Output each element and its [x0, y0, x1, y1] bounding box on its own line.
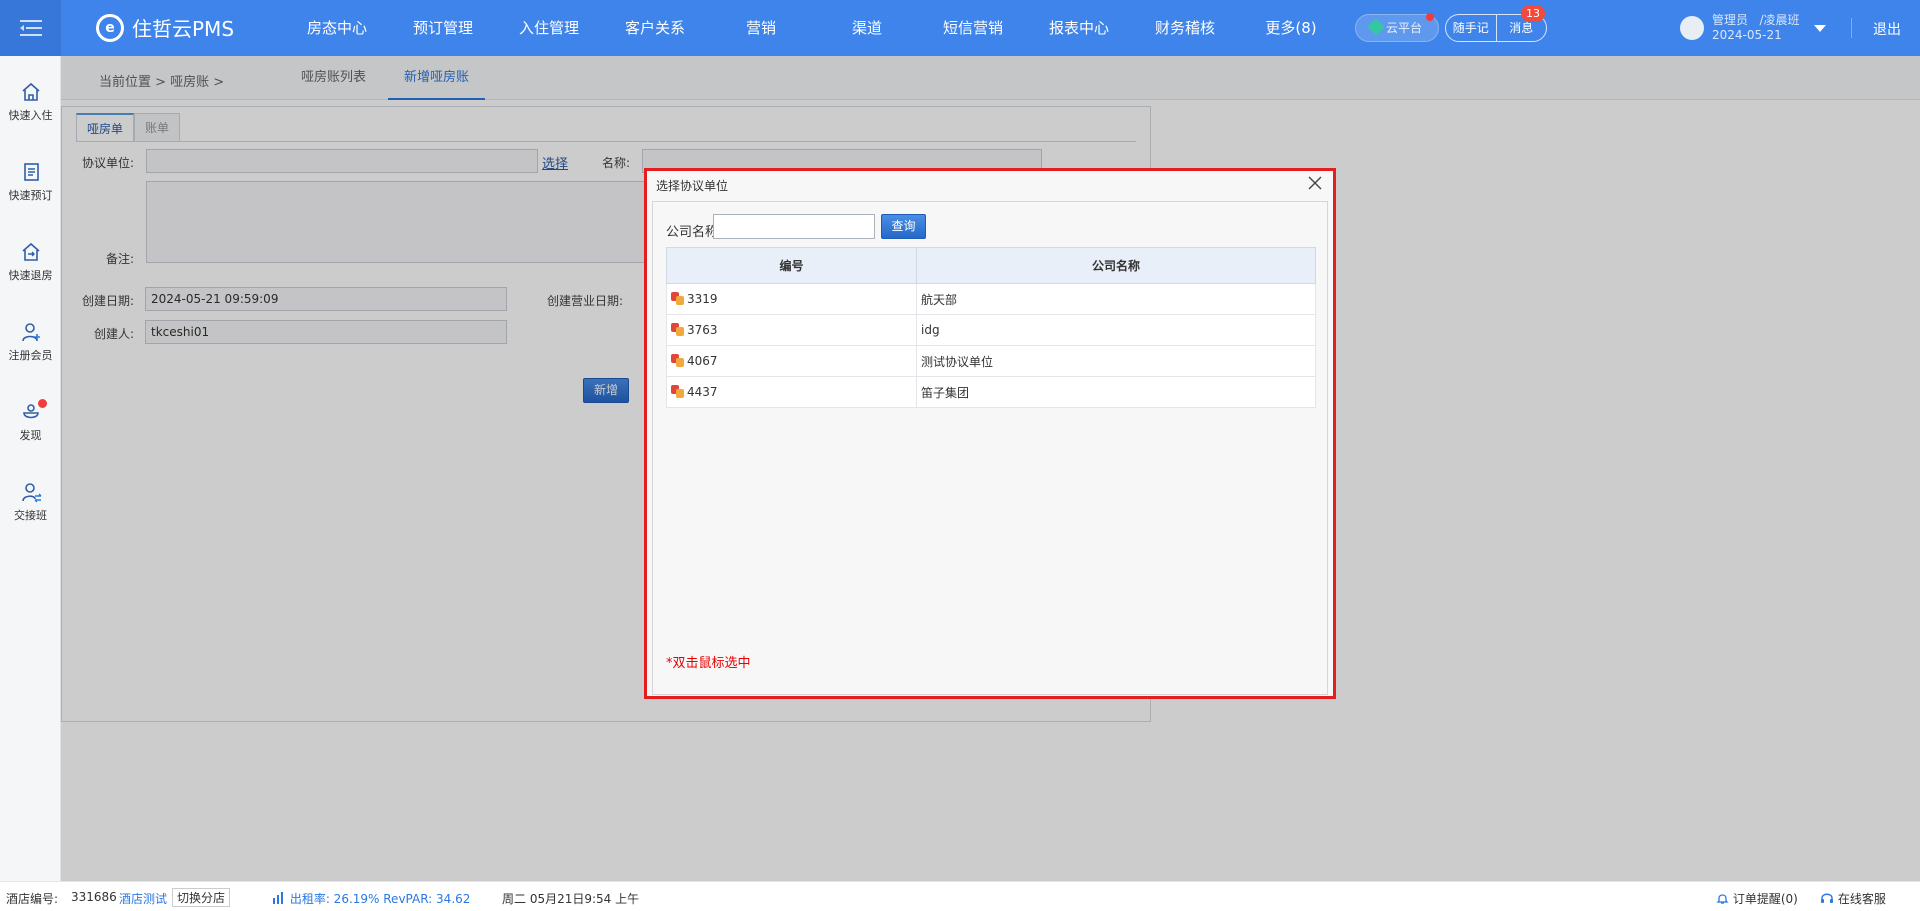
cell-company-name: 测试协议单位: [916, 345, 1316, 377]
select-agreement-unit-dialog: 选择协议单位 公司名称: 查询 编号 公司名称 3319 航天部 3763 id…: [644, 168, 1336, 699]
bar-chart-icon: [273, 892, 283, 904]
occupancy-stats[interactable]: 出租率: 26.19% RevPAR: 34.62: [272, 890, 470, 907]
menu-toggle-button[interactable]: [0, 0, 61, 56]
app-brand: 住哲云PMS: [132, 17, 235, 41]
cell-code: 4437: [666, 376, 917, 408]
sidebar-item-label: 注册会员: [8, 349, 53, 362]
sidebar-item-label: 交接班: [14, 509, 47, 522]
user-add-icon: [21, 323, 40, 342]
avatar: [1680, 16, 1704, 40]
cell-code: 3319: [666, 283, 917, 315]
bell-icon: [1716, 894, 1729, 904]
double-click-tip: *双击鼠标选中: [666, 656, 751, 671]
user-date: 2024-05-21: [1712, 28, 1782, 42]
quick-sidebar: 快速入住 快速预订 快速退房 注册会员 发现 交接班: [0, 56, 61, 881]
nav-customer[interactable]: 客户关系: [602, 0, 708, 56]
main-nav: 房态中心 预订管理 入住管理 客户关系 营销 渠道 短信营销 报表中心 财务稽核…: [284, 0, 1344, 56]
close-button[interactable]: [1306, 174, 1324, 192]
nav-checkin[interactable]: 入住管理: [496, 0, 602, 56]
agreement-unit-table: 编号 公司名称 3319 航天部 3763 idg 4067 测试协议单位 44…: [666, 247, 1316, 408]
row-code: 3319: [687, 292, 718, 306]
query-button[interactable]: 查询: [881, 214, 926, 239]
menu-icon: [19, 20, 42, 36]
nav-reports[interactable]: 报表中心: [1026, 0, 1132, 56]
user-menu[interactable]: 管理员 /凌晨班 2024-05-21: [1680, 13, 1826, 43]
dialog-title: 选择协议单位: [656, 179, 729, 193]
notes-button[interactable]: 随手记: [1446, 15, 1496, 41]
sidebar-item-label: 快速预订: [8, 189, 53, 202]
company-icon: [671, 323, 685, 336]
clipboard-icon: [23, 163, 39, 181]
sidebar-item-label: 发现: [19, 429, 42, 442]
sidebar-item-register-member[interactable]: 注册会员: [0, 321, 61, 363]
row-code: 4067: [687, 354, 718, 368]
cell-company-name: idg: [916, 314, 1316, 346]
message-count-badge: 13: [1521, 5, 1545, 22]
hotel-name-link[interactable]: 酒店测试: [119, 890, 167, 907]
nav-sms[interactable]: 短信营销: [920, 0, 1026, 56]
chevron-down-icon: [1813, 24, 1826, 32]
app-logo[interactable]: e 住哲云PMS: [96, 13, 234, 42]
sidebar-item-quick-checkin[interactable]: 快速入住: [0, 81, 61, 123]
nav-channel[interactable]: 渠道: [814, 0, 920, 56]
nav-finance[interactable]: 财务稽核: [1132, 0, 1238, 56]
user-info: 管理员 /凌晨班 2024-05-21: [1712, 13, 1800, 43]
row-code: 4437: [687, 385, 718, 399]
sidebar-item-shift-exchange[interactable]: 交接班: [0, 481, 61, 523]
company-icon: [671, 354, 685, 367]
cloud-label: 云平台: [1386, 21, 1423, 35]
cloud-platform-button[interactable]: 云平台: [1355, 13, 1439, 42]
checkout-icon: [21, 242, 40, 261]
cell-company-name: 航天部: [916, 283, 1316, 315]
company-icon: [671, 385, 685, 398]
logo-icon: e: [96, 13, 124, 42]
company-name-input[interactable]: [713, 214, 875, 239]
table-row[interactable]: 4067 测试协议单位: [666, 345, 1316, 377]
headset-icon: [1821, 893, 1833, 903]
sidebar-item-label: 快速入住: [8, 109, 53, 122]
notification-dot: [1426, 13, 1434, 21]
online-service-button[interactable]: 在线客服: [1820, 890, 1886, 907]
dialog-body: 公司名称: 查询 编号 公司名称 3319 航天部 3763 idg 4067 …: [652, 201, 1328, 695]
company-icon: [671, 292, 685, 305]
hotel-number-label: 酒店编号:: [6, 892, 59, 906]
shift-exchange-icon: [21, 483, 41, 503]
top-bar: e 住哲云PMS 房态中心 预订管理 入住管理 客户关系 营销 渠道 短信营销 …: [0, 0, 1920, 56]
home-icon: [21, 82, 40, 101]
notification-dot: [38, 399, 47, 408]
table-row[interactable]: 3763 idg: [666, 314, 1316, 346]
sidebar-item-quick-checkout[interactable]: 快速退房: [0, 241, 61, 283]
row-code: 3763: [687, 323, 718, 337]
sidebar-item-quick-booking[interactable]: 快速预订: [0, 161, 61, 203]
logout-button[interactable]: 退出: [1873, 19, 1901, 39]
user-role: 管理员: [1712, 13, 1749, 27]
switch-store-button[interactable]: 切换分店: [172, 888, 231, 907]
hotel-number: 331686: [71, 890, 117, 904]
current-datetime: 周二 05月21日9:54 上午: [502, 892, 640, 906]
table-row[interactable]: 4437 笛子集团: [666, 376, 1316, 408]
cell-code: 3763: [666, 314, 917, 346]
order-alert-button[interactable]: 订单提醒(0): [1716, 890, 1798, 907]
sidebar-item-discover[interactable]: 发现: [0, 399, 61, 443]
cell-company-name: 笛子集团: [916, 376, 1316, 408]
sidebar-item-label: 快速退房: [8, 269, 53, 282]
divider: [1851, 18, 1852, 38]
table-header-row: 编号 公司名称: [666, 247, 1316, 284]
cell-code: 4067: [666, 345, 917, 377]
status-bar: 酒店编号: 331686 酒店测试 切换分店 出租率: 26.19% RevPA…: [0, 881, 1920, 911]
close-icon: [1308, 176, 1322, 190]
online-service-label: 在线客服: [1837, 892, 1886, 906]
column-header-company-name: 公司名称: [916, 247, 1316, 284]
nav-more[interactable]: 更多(8): [1238, 0, 1344, 56]
column-header-code: 编号: [666, 247, 917, 284]
nav-marketing[interactable]: 营销: [708, 0, 814, 56]
user-shift: /凌晨班: [1759, 13, 1800, 27]
table-row[interactable]: 3319 航天部: [666, 283, 1316, 315]
nav-room-status[interactable]: 房态中心: [284, 0, 390, 56]
order-alert-label: 订单提醒(0): [1732, 892, 1798, 906]
occupancy-text: 出租率: 26.19% RevPAR: 34.62: [289, 892, 471, 906]
cube-icon: [1367, 18, 1385, 36]
nav-reservation[interactable]: 预订管理: [390, 0, 496, 56]
